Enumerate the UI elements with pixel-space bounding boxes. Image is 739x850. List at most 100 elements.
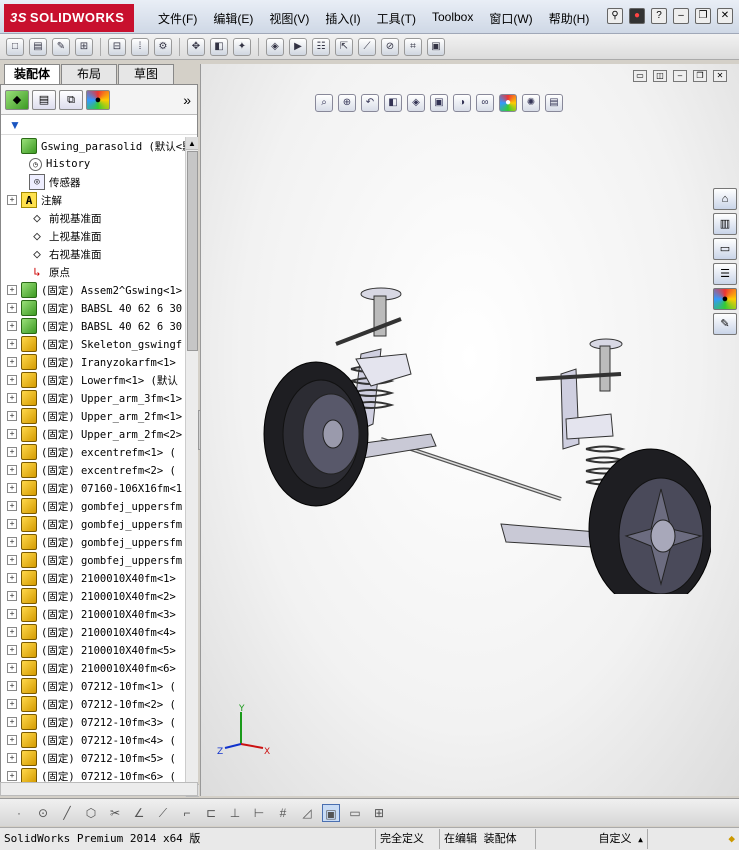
expand-plus-icon[interactable]: + (7, 771, 17, 781)
expand-plus-icon[interactable]: + (7, 555, 17, 565)
tree-item[interactable]: + (固定) BABSL 40 62 6 30 (1, 317, 185, 335)
expand-plus-icon[interactable]: + (7, 411, 17, 421)
split-vertical-icon[interactable]: ◫ (653, 70, 667, 82)
expand-plus-icon[interactable]: + (7, 321, 17, 331)
clearance-verification-icon[interactable]: ⌗ (404, 37, 422, 56)
hide-show-items-icon[interactable]: ∞ (476, 94, 494, 112)
tree-item[interactable]: + (固定) Lowerfm<1> (默认 (1, 371, 185, 389)
open-icon[interactable]: ▤ (29, 37, 47, 56)
display-manager-icon[interactable]: ● (86, 89, 110, 110)
viewport-restore-icon[interactable]: ❐ (693, 70, 707, 82)
exploded-view-icon[interactable]: ⇱ (335, 37, 353, 56)
status-units[interactable]: 自定义 ▲ (536, 829, 648, 849)
tree-item[interactable]: ◇ 右视基准面 (1, 245, 185, 263)
expand-plus-icon[interactable]: + (7, 645, 17, 655)
tree-item[interactable]: + (固定) gombfej_uppersfm (1, 533, 185, 551)
show-hidden-icon[interactable]: ◧ (210, 37, 228, 56)
suspension-assembly-model[interactable] (231, 274, 711, 594)
close-icon[interactable]: ✕ (717, 8, 733, 24)
single-view-icon[interactable]: ▭ (346, 804, 364, 822)
tree-vertical-scrollbar[interactable]: ▲ ▼ (185, 137, 199, 797)
tree-item[interactable]: + (固定) 07212-10fm<3> ( (1, 713, 185, 731)
tree-item[interactable]: + (固定) gombfej_uppersfm (1, 497, 185, 515)
trim-icon[interactable]: ✂ (106, 804, 124, 822)
tree-item[interactable]: + (固定) Skeleton_gswingf (1, 335, 185, 353)
solidworks-resources-icon[interactable]: ⌂ (713, 188, 737, 210)
instant3d-icon[interactable]: ▣ (427, 37, 445, 56)
reference-geometry-icon[interactable]: ◈ (266, 37, 284, 56)
expand-plus-icon[interactable]: + (7, 753, 17, 763)
display-style-icon[interactable]: ◑ (453, 94, 471, 112)
offset-icon[interactable]: ⊏ (202, 804, 220, 822)
tree-item[interactable]: ↳ 原点 (1, 263, 185, 281)
insert-component-icon[interactable]: ⊞ (75, 37, 93, 56)
graphics-area[interactable]: ▭ ◫ – ❐ ✕ ⌕ ⊕ ↶ ◧ ◈ ▣ ◑ ∞ ● ✺ ▤ ⌂ ▥ ▭ ☰ … (200, 64, 739, 796)
mate-icon[interactable]: ⊟ (108, 37, 126, 56)
minimize-icon[interactable]: – (673, 8, 689, 24)
menu-toolbox[interactable]: Toolbox (424, 10, 481, 27)
custom-properties-icon[interactable]: ✎ (713, 313, 737, 335)
tree-item[interactable]: + (固定) excentrefm<1> ( (1, 443, 185, 461)
point-icon[interactable]: · (10, 804, 28, 822)
appearances-icon[interactable]: ● (713, 288, 737, 310)
tooltip-tag-icon[interactable]: ◆ (724, 829, 739, 849)
tree-item[interactable]: ◎ 传感器 (1, 173, 185, 191)
line-icon[interactable]: ╱ (58, 804, 76, 822)
tree-item[interactable]: + (固定) 2100010X40fm<3> (1, 605, 185, 623)
circle-icon[interactable]: ⊙ (34, 804, 52, 822)
tree-root[interactable]: Gswing_parasolid (默认<默 (1, 137, 185, 155)
angle-icon[interactable]: ∠ (130, 804, 148, 822)
tree-item[interactable]: + (固定) Upper_arm_2fm<1> (1, 407, 185, 425)
dynamic-annotation-icon[interactable]: ◈ (407, 94, 425, 112)
tree-item[interactable]: + (固定) 2100010X40fm<6> (1, 659, 185, 677)
tree-item[interactable]: + (固定) 2100010X40fm<4> (1, 623, 185, 641)
zoom-to-area-icon[interactable]: ⊕ (338, 94, 356, 112)
zoom-to-fit-icon[interactable]: ⌕ (315, 94, 333, 112)
expand-plus-icon[interactable]: + (7, 735, 17, 745)
grid-icon[interactable]: # (274, 804, 292, 822)
restore-icon[interactable]: ❐ (695, 8, 711, 24)
expand-plus-icon[interactable]: + (7, 627, 17, 637)
tree-item[interactable]: + (固定) Assem2^Gswing<1> (1, 281, 185, 299)
tab-sketch[interactable]: 草图 (118, 64, 174, 84)
tree-item[interactable]: + (固定) Upper_arm_3fm<1> (1, 389, 185, 407)
explode-line-sketch-icon[interactable]: ⟋ (358, 37, 376, 56)
menu-view[interactable]: 视图(V) (261, 10, 317, 27)
expand-plus-icon[interactable]: + (7, 375, 17, 385)
assembly-features-icon[interactable]: ✦ (233, 37, 251, 56)
polygon-icon[interactable]: ⬡ (82, 804, 100, 822)
tree-item[interactable]: + (固定) 2100010X40fm<2> (1, 587, 185, 605)
expand-plus-icon[interactable]: + (7, 465, 17, 475)
section-view-icon[interactable]: ◧ (384, 94, 402, 112)
help-icon[interactable]: ? (651, 8, 667, 24)
tree-item[interactable]: + (固定) 07212-10fm<4> ( (1, 731, 185, 749)
menu-help[interactable]: 帮助(H) (541, 10, 598, 27)
menu-file[interactable]: 文件(F) (150, 10, 205, 27)
view-palette-icon[interactable]: ☰ (713, 263, 737, 285)
traffic-light-icon[interactable]: ● (629, 8, 645, 24)
expand-plus-icon[interactable]: + (7, 447, 17, 457)
bill-of-materials-icon[interactable]: ☷ (312, 37, 330, 56)
expand-plus-icon[interactable]: + (7, 573, 17, 583)
tree-item[interactable]: + (固定) BABSL 40 62 6 30 (1, 299, 185, 317)
mirror-icon[interactable]: ⊥ (226, 804, 244, 822)
tree-filter[interactable]: ▼ (1, 115, 197, 135)
tree-item[interactable]: + (固定) 2100010X40fm<5> (1, 641, 185, 659)
expand-plus-icon[interactable]: + (7, 483, 17, 493)
tree-horizontal-scrollbar[interactable] (0, 782, 198, 796)
expand-chevron-icon[interactable]: » (183, 92, 191, 108)
expand-plus-icon[interactable]: + (7, 285, 17, 295)
tree-item[interactable]: ◇ 前视基准面 (1, 209, 185, 227)
menu-tools[interactable]: 工具(T) (369, 10, 424, 27)
tree-item[interactable]: + A 注解 (1, 191, 185, 209)
menu-insert[interactable]: 插入(I) (317, 10, 368, 27)
move-component-icon[interactable]: ✥ (187, 37, 205, 56)
tree-item[interactable]: ◷ History (1, 155, 185, 173)
expand-plus-icon[interactable]: + (7, 609, 17, 619)
tab-layout[interactable]: 布局 (61, 64, 117, 84)
expand-plus-icon[interactable]: + (7, 681, 17, 691)
relation-icon[interactable]: ◿ (298, 804, 316, 822)
tree-item[interactable]: + (固定) Iranyzokarfm<1> (1, 353, 185, 371)
tab-assembly[interactable]: 装配体 (4, 64, 60, 84)
expand-plus-icon[interactable]: + (7, 591, 17, 601)
